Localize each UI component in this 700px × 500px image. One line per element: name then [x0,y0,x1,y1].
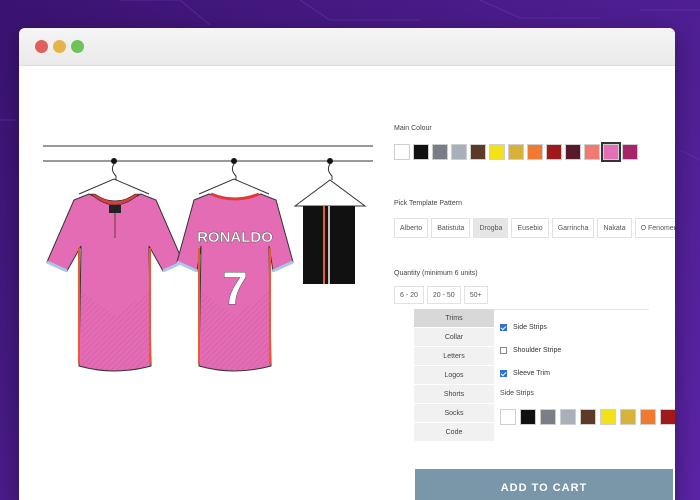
trim-option-label: Shoulder Stripe [513,346,562,354]
main-colour-swatch[interactable] [622,144,638,160]
shirt-back[interactable]: RONALDO 7 [176,158,294,372]
quantity-options: 6 - 20 20 - 50 50+ [394,286,491,304]
main-colour-swatch[interactable] [508,144,524,160]
template-pattern-options: Alberto Batistuta Drogba Eusebio Garrincha Na… [394,218,675,238]
side-strip-swatch[interactable] [560,409,576,425]
trim-option[interactable]: Shoulder Stripe [500,344,561,356]
checkbox[interactable] [500,323,507,331]
main-colour-swatch[interactable] [601,142,621,162]
browser-window: RONALDO 7 Main Colour Pick Template Patt… [19,28,675,500]
side-strip-swatch[interactable] [620,409,636,425]
main-colour-swatch[interactable] [584,144,600,160]
main-colour-swatch[interactable] [546,144,562,160]
trim-option-label: Sleeve Trim [513,369,550,377]
pattern-option[interactable]: Batistuta [431,218,471,238]
main-colour-swatch[interactable] [432,144,448,160]
side-strip-swatch[interactable] [600,409,616,425]
side-strip-swatch[interactable] [500,409,516,425]
side-strips-swatches [500,409,675,425]
kit-preview: RONALDO 7 [43,145,373,372]
pattern-option[interactable]: Garrincha [551,218,595,238]
trim-option-label: Side Strips [513,323,547,331]
checkbox[interactable] [500,369,507,377]
window-titlebar [19,28,675,66]
main-colour-swatch[interactable] [565,144,581,160]
customizer-tabs: Trims Collar Letters Logos Shorts Socks Code [414,309,494,442]
template-label: Pick Template Pattern [394,200,462,207]
main-colour-swatch[interactable] [394,144,410,160]
tab-code[interactable]: Code [414,423,494,442]
pattern-option[interactable]: Drogba [473,218,509,238]
trim-options: Side Strips Shoulder Stripe Sleeve Trim [500,321,561,390]
main-colour-swatch[interactable] [451,144,467,160]
checkbox[interactable] [500,346,507,354]
main-colour-swatch[interactable] [527,144,543,160]
side-strip-swatch[interactable] [520,409,536,425]
pattern-option[interactable]: Nakata [597,218,632,238]
side-strip-swatch[interactable] [540,409,556,425]
main-colour-swatches [394,142,641,162]
pattern-option[interactable]: Alberto [394,218,429,238]
side-strip-swatch[interactable] [660,409,675,425]
quantity-option[interactable]: 20 - 50 [426,286,461,304]
main-colour-swatch[interactable] [489,144,505,160]
jersey-name: RONALDO [197,229,273,246]
shirt-front[interactable] [46,158,184,372]
main-colour-label: Main Colour [394,125,432,132]
pattern-option[interactable]: Eusebio [511,218,549,238]
pattern-option[interactable]: O Fenomeno [634,218,675,238]
quantity-option[interactable]: 6 - 20 [394,286,424,304]
maximize-window-button[interactable] [71,40,84,53]
tab-shorts[interactable]: Shorts [414,385,494,404]
tab-collar[interactable]: Collar [414,328,494,347]
side-strip-swatch[interactable] [580,409,596,425]
quantity-label: Quantity (minimum 6 units) [394,270,478,277]
trim-option[interactable]: Side Strips [500,321,561,333]
side-strips-label: Side Strips [500,390,534,397]
add-to-cart-button[interactable]: ADD TO CART [415,469,673,500]
quantity-option[interactable]: 50+ [463,286,488,304]
minimize-window-button[interactable] [53,40,66,53]
main-colour-swatch[interactable] [470,144,486,160]
customizer-panel: Main Colour Pick Template Pattern Albert… [394,66,675,500]
tab-socks[interactable]: Socks [414,404,494,423]
main-colour-swatch[interactable] [413,144,429,160]
tab-logos[interactable]: Logos [414,366,494,385]
tab-letters[interactable]: Letters [414,347,494,366]
jersey-number: 7 [222,262,248,314]
side-strip-swatch[interactable] [640,409,656,425]
close-window-button[interactable] [35,40,48,53]
tab-trims[interactable]: Trims [414,309,494,328]
shorts-preview[interactable] [293,158,367,284]
trim-option[interactable]: Sleeve Trim [500,367,561,379]
